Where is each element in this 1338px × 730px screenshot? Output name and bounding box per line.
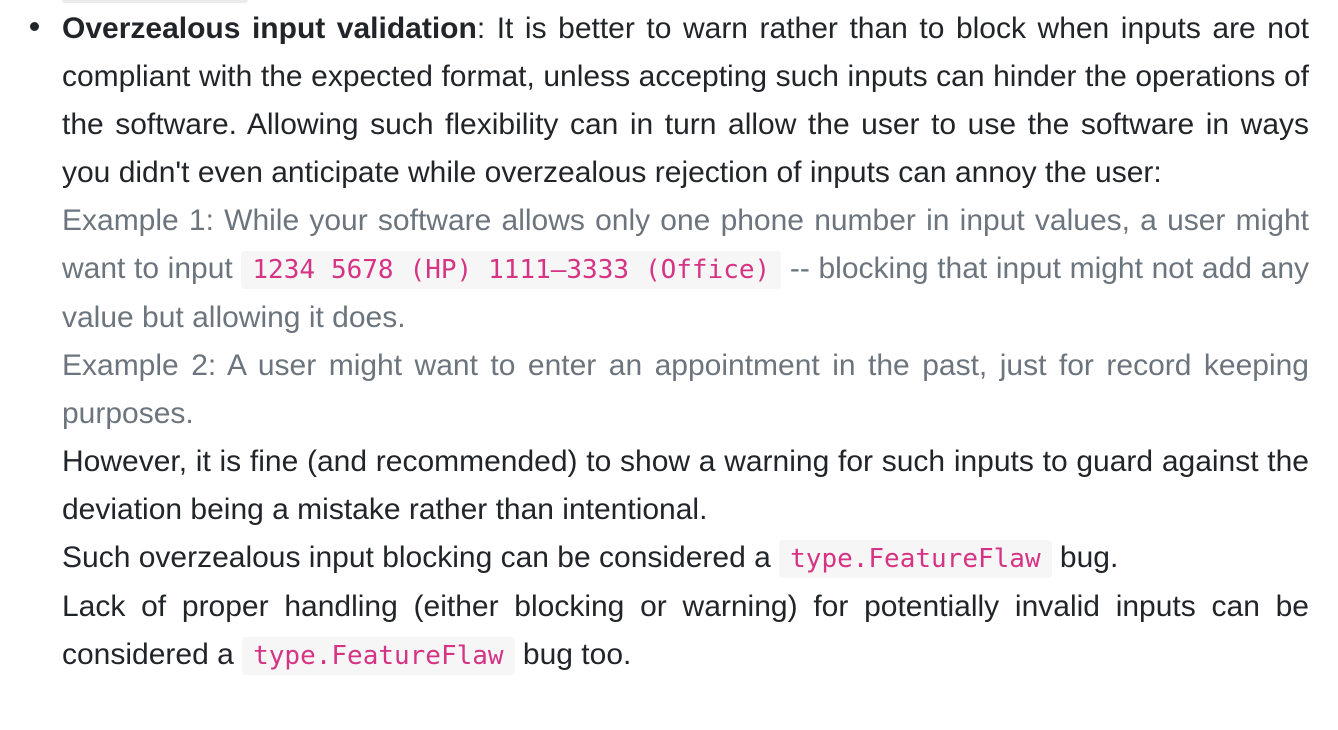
list-item-content: Overzealous input validation: It is bett… [62, 5, 1309, 680]
feature-flaw-note-1: Such overzealous input blocking can be c… [62, 534, 1309, 583]
previous-code-block-edge [62, 0, 248, 3]
feature-flaw-code-2: type.FeatureFlaw [242, 637, 515, 675]
feature-flaw-1-text-before: Such overzealous input blocking can be c… [62, 541, 780, 574]
phone-number-code: 1234 5678 (HP) 1111–3333 (Office) [241, 251, 782, 289]
example-2: Example 2: A user might want to enter an… [62, 349, 1309, 430]
feature-flaw-code-1: type.FeatureFlaw [779, 540, 1052, 578]
feature-flaw-note-2: Lack of proper handling (either blocking… [62, 583, 1309, 680]
item-heading: Overzealous input validation [62, 12, 477, 45]
warning-recommendation: However, it is fine (and recommended) to… [62, 445, 1309, 526]
intro-paragraph: Overzealous input validation: It is bett… [62, 5, 1309, 197]
feature-flaw-2-text-after: bug too. [514, 638, 632, 671]
bullet-icon [30, 22, 39, 31]
feature-flaw-1-text-after: bug. [1051, 541, 1119, 574]
list-item: Overzealous input validation: It is bett… [26, 5, 1310, 680]
example-1: Example 1: While your software allows on… [62, 197, 1309, 342]
